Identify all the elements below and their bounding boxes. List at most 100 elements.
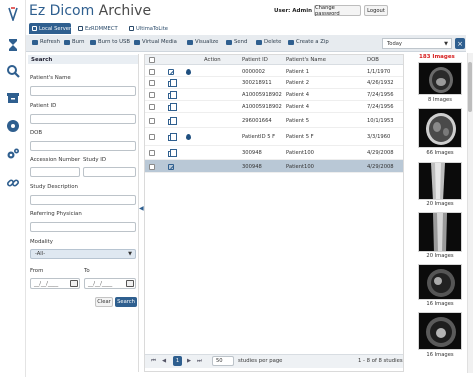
series-thumbnail-2[interactable] [418, 108, 462, 148]
search-button[interactable]: Search [115, 297, 137, 307]
patient-id-input[interactable] [30, 114, 136, 124]
prev-page-button[interactable]: ◀ [162, 358, 166, 364]
column-header-patient-name[interactable]: Patient's Name [286, 57, 326, 63]
table-row[interactable]: 0000002 Patient 1 1/1/1970 [145, 66, 403, 77]
next-page-button[interactable]: ▶ [187, 358, 191, 364]
scrollbar-thumb[interactable] [468, 62, 472, 112]
date-filter-select[interactable]: Today ▼ [382, 38, 452, 49]
table-row[interactable]: 300948 Patient100 4/29/2008 [145, 160, 403, 173]
per-page-value: 50 [216, 358, 223, 364]
table-row[interactable]: PatientID 5 F Patient 5 F 3/3/1960 [145, 128, 403, 146]
search-icon[interactable] [5, 63, 21, 79]
row-patient-id: 0000002 [242, 68, 266, 75]
calendar-icon[interactable] [70, 280, 78, 287]
study-description-label: Study Description [30, 184, 78, 190]
drop-icon[interactable] [186, 69, 191, 75]
modality-label: Modality [30, 239, 53, 245]
tab-label: UltimaToLite [136, 25, 168, 32]
row-patient-name: Patient100 [286, 163, 314, 170]
copy-icon[interactable] [168, 149, 177, 157]
row-patient-name: Patient 2 [286, 79, 310, 86]
dob-label: DOB [30, 130, 43, 136]
copy-icon[interactable] [168, 103, 177, 111]
create-zip-button[interactable]: Create a Zip [288, 39, 329, 45]
delete-button[interactable]: Delete [256, 39, 281, 45]
from-date-input[interactable]: __/__/____ [30, 278, 80, 289]
disc-icon[interactable] [5, 118, 21, 134]
table-row[interactable]: 300948 Patient100 4/29/2008 [145, 146, 403, 160]
copy-icon[interactable] [168, 117, 177, 125]
copy-icon[interactable] [168, 79, 177, 87]
row-checkbox[interactable] [149, 134, 155, 140]
copy-icon[interactable] [168, 91, 177, 99]
refresh-button[interactable]: Refresh [32, 39, 60, 45]
collapse-panel-icon[interactable]: ◀ [139, 205, 144, 212]
app-title-light: Archive [98, 3, 152, 19]
burn-button[interactable]: Burn [64, 39, 84, 45]
dob-input[interactable] [30, 141, 136, 151]
series-thumbnail-label: 16 Images [426, 352, 454, 358]
edit-icon[interactable] [168, 164, 174, 170]
select-all-checkbox[interactable] [149, 57, 155, 63]
copy-icon[interactable] [168, 133, 177, 141]
table-row[interactable]: 300218911 Patient 2 4/26/1932 [145, 77, 403, 89]
table-row[interactable]: A10005918902 Patient 4 7/24/1956 [145, 101, 403, 113]
app-title-bold: Ez Dicom [29, 3, 95, 19]
search-panel-title: Search [28, 55, 138, 64]
patient-name-label: Patient's Name [30, 75, 71, 81]
clear-button[interactable]: Clear [95, 297, 113, 307]
study-id-input[interactable] [83, 167, 136, 177]
burn-icon [64, 40, 70, 45]
virtual-media-button[interactable]: Virtual Media [134, 39, 177, 45]
toolbar-label: Visualize [195, 39, 219, 45]
change-password-button[interactable]: Change password [314, 5, 361, 17]
current-page-button[interactable]: 1 [173, 356, 182, 366]
accession-number-input[interactable] [30, 167, 80, 177]
row-checkbox[interactable] [149, 92, 155, 98]
column-header-action[interactable]: Action [204, 57, 221, 63]
series-thumbnail-6[interactable] [418, 312, 462, 350]
close-icon[interactable]: × [455, 38, 465, 49]
tab-ultimatolite[interactable]: UltimaToLite [126, 23, 168, 34]
gears-icon[interactable] [5, 146, 21, 162]
first-page-button[interactable]: ⏮ [151, 358, 156, 365]
study-description-input[interactable] [30, 195, 136, 205]
archive-box-icon[interactable] [5, 90, 21, 106]
table-row[interactable]: A10005918902 Patient 4 7/24/1956 [145, 89, 403, 101]
series-thumbnail-label: 20 Images [426, 201, 454, 207]
patient-name-input[interactable] [30, 86, 136, 96]
drop-icon[interactable] [186, 134, 191, 140]
series-thumbnail-4[interactable] [418, 212, 462, 252]
row-checkbox[interactable] [149, 104, 155, 110]
link-icon[interactable] [5, 175, 21, 191]
modality-select[interactable]: -All- ▼ [30, 249, 136, 259]
row-checkbox[interactable] [149, 80, 155, 86]
row-dob: 4/26/1932 [367, 79, 394, 86]
row-checkbox[interactable] [149, 118, 155, 124]
tab-ezrdmmect[interactable]: EzRDMMECT [75, 23, 121, 34]
series-thumbnail-1[interactable] [418, 62, 462, 95]
row-checkbox[interactable] [149, 150, 155, 156]
series-thumbnail-3[interactable] [418, 162, 462, 200]
visualize-button[interactable]: Visualize [187, 39, 218, 45]
to-date-input[interactable]: __/__/____ [84, 278, 136, 289]
logout-button[interactable]: Logout [364, 5, 388, 16]
tab-local-server[interactable]: Local Server [29, 23, 71, 34]
send-button[interactable]: Send [226, 39, 247, 45]
calendar-icon[interactable] [126, 280, 134, 287]
column-header-dob[interactable]: DOB [367, 57, 379, 63]
row-checkbox[interactable] [149, 164, 155, 170]
burn-to-usb-button[interactable]: Burn to USB [90, 39, 130, 45]
from-date-placeholder: __/__/____ [34, 280, 59, 287]
referring-physician-input[interactable] [30, 222, 136, 232]
per-page-select[interactable]: 50 [212, 356, 234, 366]
column-header-patient-id[interactable]: Patient ID [242, 57, 268, 63]
row-checkbox[interactable] [149, 69, 155, 75]
hourglass-icon[interactable] [5, 37, 21, 53]
last-page-button[interactable]: ⏭ [197, 358, 202, 365]
patient-id-label: Patient ID [30, 103, 57, 109]
edit-icon[interactable] [168, 69, 174, 75]
tab-label: EzRDMMECT [85, 25, 118, 32]
series-thumbnail-5[interactable] [418, 264, 462, 300]
table-row[interactable]: 296001664 Patient 5 10/1/1953 [145, 113, 403, 128]
